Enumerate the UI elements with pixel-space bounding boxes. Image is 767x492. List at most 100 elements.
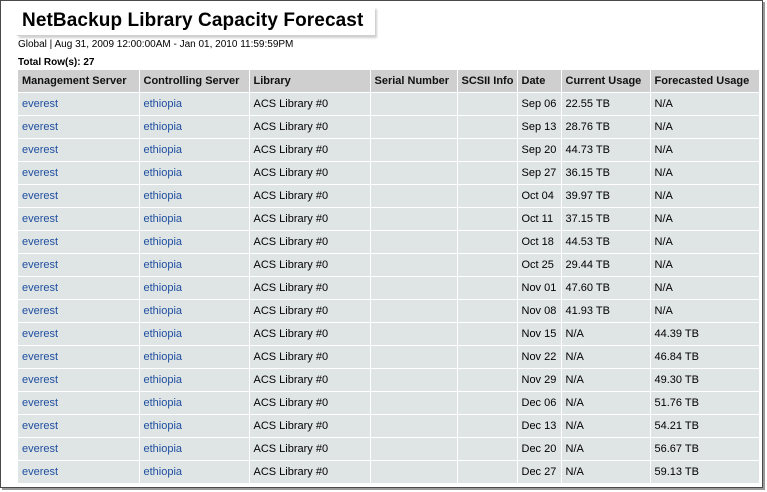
management-server-link[interactable]: everest xyxy=(22,259,58,271)
cell-forecasted-usage: N/A xyxy=(650,276,760,300)
cell-management-server: everest xyxy=(18,230,140,254)
table-header-row: Management Server Controlling Server Lib… xyxy=(18,70,760,93)
cell-management-server: everest xyxy=(18,184,140,208)
table-row: everest ethiopia ACS Library #0 Dec 13 N/A 54… xyxy=(18,414,760,438)
management-server-link[interactable]: everest xyxy=(22,190,58,202)
cell-management-server: everest xyxy=(18,207,140,231)
cell-current-usage: N/A xyxy=(561,414,651,438)
management-server-link[interactable]: everest xyxy=(22,420,58,432)
cell-management-server: everest xyxy=(18,115,140,139)
cell-current-usage: 44.73 TB xyxy=(561,138,651,162)
controlling-server-link[interactable]: ethiopia xyxy=(144,259,183,271)
management-server-link[interactable]: everest xyxy=(22,443,58,455)
controlling-server-link[interactable]: ethiopia xyxy=(144,282,183,294)
cell-date: Dec 13 xyxy=(517,414,562,438)
cell-date: Nov 08 xyxy=(517,299,562,323)
controlling-server-link[interactable]: ethiopia xyxy=(144,121,183,133)
management-server-link[interactable]: everest xyxy=(22,236,58,248)
cell-library: ACS Library #0 xyxy=(249,207,371,231)
management-server-link[interactable]: everest xyxy=(22,351,58,363)
management-server-link[interactable]: everest xyxy=(22,282,58,294)
cell-controlling-server: ethiopia xyxy=(139,230,250,254)
cell-date: Sep 20 xyxy=(517,138,562,162)
total-row-count: Total Row(s): 27 xyxy=(18,57,95,68)
cell-scsii-info xyxy=(457,184,518,208)
controlling-server-link[interactable]: ethiopia xyxy=(144,443,183,455)
controlling-server-link[interactable]: ethiopia xyxy=(144,98,183,110)
cell-library: ACS Library #0 xyxy=(249,161,371,185)
cell-forecasted-usage: N/A xyxy=(650,161,760,185)
management-server-link[interactable]: everest xyxy=(22,213,58,225)
cell-current-usage: N/A xyxy=(561,322,651,346)
management-server-link[interactable]: everest xyxy=(22,328,58,340)
column-header-management-server[interactable]: Management Server xyxy=(18,70,140,93)
cell-current-usage: 47.60 TB xyxy=(561,276,651,300)
cell-serial-number xyxy=(370,161,458,185)
column-header-current-usage[interactable]: Current Usage xyxy=(561,70,651,93)
management-server-link[interactable]: everest xyxy=(22,305,58,317)
controlling-server-link[interactable]: ethiopia xyxy=(144,466,183,478)
cell-current-usage: 28.76 TB xyxy=(561,115,651,139)
cell-forecasted-usage: 51.76 TB xyxy=(650,391,760,415)
column-header-library[interactable]: Library xyxy=(249,70,371,93)
controlling-server-link[interactable]: ethiopia xyxy=(144,236,183,248)
controlling-server-link[interactable]: ethiopia xyxy=(144,167,183,179)
cell-scsii-info xyxy=(457,161,518,185)
table-row: everest ethiopia ACS Library #0 Oct 11 37.15… xyxy=(18,207,760,231)
report-subtitle: Global | Aug 31, 2009 12:00:00AM - Jan 0… xyxy=(18,39,294,50)
management-server-link[interactable]: everest xyxy=(22,121,58,133)
management-server-link[interactable]: everest xyxy=(22,167,58,179)
column-header-scsii-info[interactable]: SCSII Info xyxy=(457,70,518,93)
cell-date: Dec 06 xyxy=(517,391,562,415)
cell-controlling-server: ethiopia xyxy=(139,276,250,300)
cell-controlling-server: ethiopia xyxy=(139,437,250,461)
cell-current-usage: N/A xyxy=(561,437,651,461)
table-row: everest ethiopia ACS Library #0 Sep 27 36.15… xyxy=(18,161,760,185)
cell-controlling-server: ethiopia xyxy=(139,253,250,277)
cell-library: ACS Library #0 xyxy=(249,322,371,346)
cell-library: ACS Library #0 xyxy=(249,391,371,415)
table-row: everest ethiopia ACS Library #0 Nov 15 N/A 44… xyxy=(18,322,760,346)
cell-current-usage: N/A xyxy=(561,460,651,484)
controlling-server-link[interactable]: ethiopia xyxy=(144,374,183,386)
cell-serial-number xyxy=(370,322,458,346)
controlling-server-link[interactable]: ethiopia xyxy=(144,328,183,340)
cell-current-usage: 36.15 TB xyxy=(561,161,651,185)
cell-forecasted-usage: N/A xyxy=(650,115,760,139)
cell-serial-number xyxy=(370,368,458,392)
column-header-controlling-server[interactable]: Controlling Server xyxy=(139,70,250,93)
cell-forecasted-usage: 56.67 TB xyxy=(650,437,760,461)
controlling-server-link[interactable]: ethiopia xyxy=(144,420,183,432)
cell-controlling-server: ethiopia xyxy=(139,414,250,438)
cell-controlling-server: ethiopia xyxy=(139,92,250,116)
cell-library: ACS Library #0 xyxy=(249,299,371,323)
column-header-forecasted-usage[interactable]: Forecasted Usage xyxy=(650,70,760,93)
cell-controlling-server: ethiopia xyxy=(139,115,250,139)
cell-library: ACS Library #0 xyxy=(249,414,371,438)
cell-serial-number xyxy=(370,138,458,162)
cell-management-server: everest xyxy=(18,299,140,323)
cell-date: Oct 04 xyxy=(517,184,562,208)
cell-forecasted-usage: 44.39 TB xyxy=(650,322,760,346)
controlling-server-link[interactable]: ethiopia xyxy=(144,213,183,225)
cell-controlling-server: ethiopia xyxy=(139,460,250,484)
controlling-server-link[interactable]: ethiopia xyxy=(144,397,183,409)
controlling-server-link[interactable]: ethiopia xyxy=(144,144,183,156)
management-server-link[interactable]: everest xyxy=(22,374,58,386)
controlling-server-link[interactable]: ethiopia xyxy=(144,305,183,317)
management-server-link[interactable]: everest xyxy=(22,466,58,478)
cell-date: Nov 01 xyxy=(517,276,562,300)
controlling-server-link[interactable]: ethiopia xyxy=(144,190,183,202)
table-row: everest ethiopia ACS Library #0 Sep 06 22.55… xyxy=(18,92,760,116)
column-header-date[interactable]: Date xyxy=(517,70,562,93)
column-header-serial-number[interactable]: Serial Number xyxy=(370,70,458,93)
management-server-link[interactable]: everest xyxy=(22,98,58,110)
cell-library: ACS Library #0 xyxy=(249,253,371,277)
cell-serial-number xyxy=(370,230,458,254)
cell-library: ACS Library #0 xyxy=(249,230,371,254)
management-server-link[interactable]: everest xyxy=(22,397,58,409)
management-server-link[interactable]: everest xyxy=(22,144,58,156)
cell-current-usage: N/A xyxy=(561,345,651,369)
controlling-server-link[interactable]: ethiopia xyxy=(144,351,183,363)
cell-scsii-info xyxy=(457,253,518,277)
